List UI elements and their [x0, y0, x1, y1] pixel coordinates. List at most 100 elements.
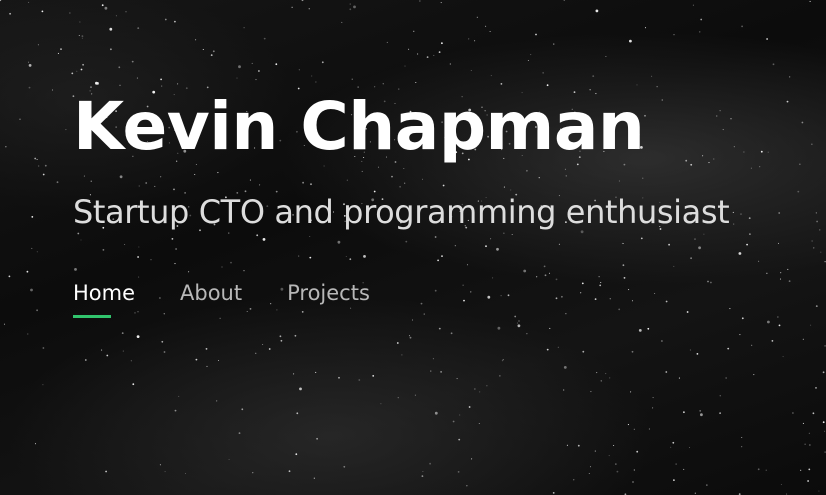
star-speck [502, 359, 504, 361]
star-speck [195, 39, 197, 41]
star-speck [299, 387, 302, 391]
star-speck [757, 468, 760, 471]
star-speck [468, 406, 471, 408]
star-speck [411, 319, 414, 321]
star-speck [349, 8, 352, 11]
star-speck [824, 261, 826, 263]
star-speck [219, 317, 221, 319]
star-speck [298, 69, 300, 71]
star-speck [202, 48, 204, 51]
star-speck [808, 468, 811, 471]
star-speck [699, 31, 701, 33]
star-speck [782, 356, 784, 358]
star-speck [696, 353, 699, 355]
star-speck [553, 43, 555, 45]
star-speck [37, 44, 39, 46]
star-speck [184, 472, 187, 475]
star-speck [8, 275, 11, 278]
star-speck [34, 443, 37, 445]
star-speck [652, 397, 654, 399]
star-speck [767, 320, 770, 324]
nav-item-projects[interactable]: Projects [287, 278, 370, 314]
star-speck [530, 54, 532, 56]
star-speck [638, 329, 642, 332]
star-speck [592, 75, 595, 77]
star-speck [238, 65, 241, 69]
star-speck [822, 371, 825, 374]
star-speck [295, 453, 298, 456]
star-speck [810, 324, 812, 326]
star-speck [262, 343, 264, 346]
star-speck [30, 288, 33, 292]
star-speck [595, 9, 599, 13]
star-speck [122, 350, 124, 352]
star-speck [535, 33, 537, 36]
star-speck [800, 469, 802, 471]
nav-item-home[interactable]: Home [73, 278, 135, 318]
star-speck [255, 79, 257, 81]
star-speck [132, 383, 135, 386]
star-speck [115, 15, 117, 17]
star-speck [178, 395, 180, 397]
star-speck [36, 309, 38, 312]
star-speck [252, 472, 254, 474]
star-speck [419, 0, 421, 2]
star-speck [118, 66, 121, 69]
star-speck [652, 407, 654, 409]
star-speck [563, 389, 565, 391]
star-speck [815, 305, 818, 307]
star-speck [217, 359, 220, 362]
star-speck [476, 16, 478, 18]
star-speck [28, 1, 30, 3]
star-speck [81, 35, 84, 37]
star-speck [216, 400, 218, 402]
nav-item-projects-label: Projects [287, 281, 370, 305]
star-speck [42, 347, 45, 349]
star-speck [456, 378, 458, 380]
star-speck [31, 247, 33, 249]
nav-item-about[interactable]: About [180, 278, 242, 314]
star-speck [605, 373, 607, 375]
star-speck [719, 412, 721, 414]
star-speck [777, 316, 779, 318]
star-speck [65, 129, 67, 131]
star-speck [771, 340, 774, 342]
star-speck [632, 481, 634, 483]
star-speck [27, 333, 29, 335]
star-speck [251, 62, 253, 64]
star-speck [110, 48, 112, 51]
star-speck [527, 59, 529, 62]
star-speck [106, 354, 109, 357]
star-speck [452, 420, 455, 423]
star-speck [228, 458, 230, 461]
star-speck [636, 450, 639, 453]
star-speck [665, 371, 668, 373]
star-speck [514, 315, 517, 318]
star-speck [648, 428, 650, 430]
star-speck [78, 34, 80, 37]
star-speck [308, 8, 310, 10]
star-speck [316, 437, 318, 440]
star-speck [590, 391, 592, 393]
star-speck [293, 373, 295, 375]
star-speck [36, 251, 38, 253]
star-speck [27, 61, 30, 63]
star-speck [353, 5, 356, 9]
star-speck [673, 34, 675, 36]
star-speck [313, 477, 315, 479]
star-speck [546, 348, 549, 351]
star-speck [341, 21, 343, 23]
star-speck [449, 63, 451, 65]
star-speck [819, 229, 821, 231]
star-speck [815, 387, 817, 389]
star-speck [647, 327, 650, 330]
star-speck [577, 444, 580, 447]
page-title: Kevin Chapman [73, 88, 645, 165]
star-speck [466, 485, 468, 487]
star-speck [101, 349, 103, 351]
star-speck [82, 63, 84, 66]
star-speck [130, 360, 132, 362]
star-speck [706, 484, 708, 486]
star-speck [136, 77, 138, 79]
star-speck [351, 78, 353, 80]
